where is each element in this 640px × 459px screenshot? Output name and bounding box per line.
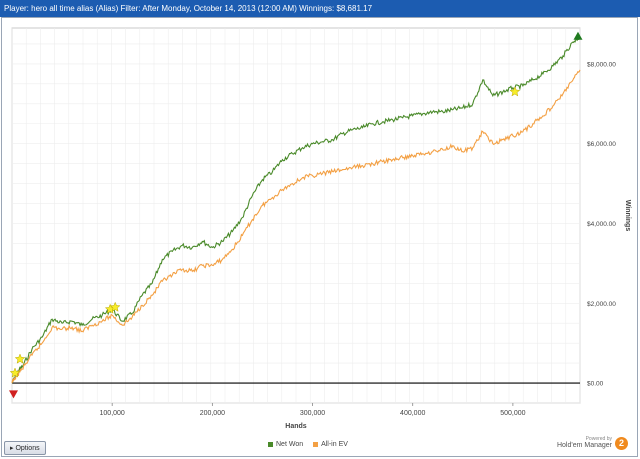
options-button[interactable]: ▸ Options <box>4 441 46 455</box>
y-axis-label: Winnings <box>624 200 631 232</box>
x-tick-label: 300,000 <box>300 410 325 417</box>
x-tick-label: 100,000 <box>100 410 125 417</box>
legend-label-net-won: Net Won <box>276 441 304 448</box>
chart-filter-title: Player: hero all time alias (Alias) Filt… <box>4 4 373 13</box>
y-tick-label: $2,000.00 <box>587 301 616 308</box>
y-tick-label: $8,000.00 <box>587 61 616 68</box>
x-tick-label: 500,000 <box>500 410 525 417</box>
x-axis-label: Hands <box>285 423 307 430</box>
brand-badge-icon: 2 <box>615 437 628 450</box>
options-label: Options <box>15 445 40 452</box>
legend-swatch-all-in-ev <box>313 441 319 447</box>
y-tick-label: $4,000.00 <box>587 221 616 228</box>
x-tick-label: 200,000 <box>200 410 225 417</box>
legend-item-net-won[interactable]: Net Won <box>268 441 303 448</box>
y-tick-label: $6,000.00 <box>587 141 616 148</box>
legend-item-all-in-ev[interactable]: All-in EV <box>313 441 348 448</box>
chart-frame: 100,000 200,000 300,000 400,000 500,000 $0.00… <box>1 17 638 457</box>
legend-swatch-net-won <box>268 441 273 447</box>
y-tick-label: $0.00 <box>587 381 604 388</box>
legend-label-all-in-ev: All-in EV <box>321 441 348 448</box>
window-title-bar: Player: hero all time alias (Alias) Filt… <box>0 0 640 17</box>
chart-legend: Net Won All-in EV <box>268 441 356 448</box>
x-tick-label: 400,000 <box>400 410 425 417</box>
winnings-chart: 100,000 200,000 300,000 400,000 500,000 $0.00… <box>9 27 631 430</box>
brand-logo-text: Hold'em Manager <box>556 442 612 449</box>
